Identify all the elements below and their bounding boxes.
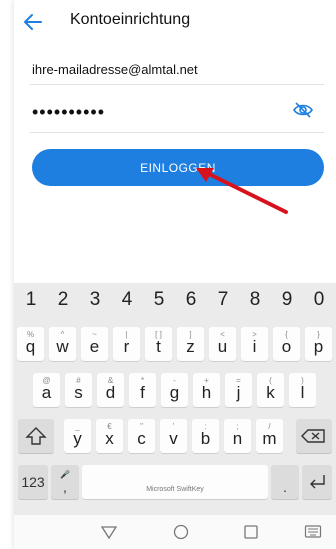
- system-nav-bar: [14, 515, 336, 549]
- letter-key-q[interactable]: % q: [17, 327, 44, 361]
- keyboard-hide-icon[interactable]: [304, 523, 322, 541]
- key-label: d: [105, 383, 116, 402]
- key-label: o: [281, 337, 292, 356]
- letter-key-x[interactable]: € x: [96, 419, 123, 453]
- key-label: t: [156, 337, 161, 356]
- key-label: a: [41, 383, 52, 402]
- letter-key-d[interactable]: & d: [97, 373, 124, 407]
- key-label: g: [169, 383, 180, 402]
- password-field[interactable]: ••••••••••: [32, 102, 105, 123]
- letter-key-n[interactable]: ; n: [224, 419, 251, 453]
- number-key[interactable]: 7: [208, 289, 238, 311]
- key-label: k: [266, 383, 275, 402]
- numeric-toggle-key[interactable]: 123: [18, 465, 48, 499]
- number-key[interactable]: 4: [112, 289, 142, 311]
- key-label: r: [123, 337, 130, 356]
- letter-key-y[interactable]: _ y: [64, 419, 91, 453]
- password-visibility-toggle-icon[interactable]: [292, 101, 314, 119]
- letter-key-u[interactable]: < u: [209, 327, 236, 361]
- key-label: v: [169, 429, 178, 448]
- number-key[interactable]: 5: [144, 289, 174, 311]
- letter-key-f[interactable]: * f: [129, 373, 156, 407]
- key-label: f: [140, 383, 145, 402]
- comma-key[interactable]: 🎤 ,: [51, 465, 79, 499]
- letter-key-h[interactable]: + h: [193, 373, 220, 407]
- nav-recents-icon[interactable]: [242, 523, 260, 541]
- key-label: y: [73, 429, 82, 448]
- key-label: p: [313, 337, 324, 356]
- key-label: s: [74, 383, 83, 402]
- key-label: n: [232, 429, 243, 448]
- letter-key-s[interactable]: # s: [65, 373, 92, 407]
- key-label: m: [262, 429, 277, 448]
- enter-icon: [310, 475, 325, 489]
- email-underline: [30, 84, 324, 85]
- backspace-icon: [301, 429, 325, 443]
- key-label: q: [25, 337, 36, 356]
- letter-key-o[interactable]: {o: [273, 327, 300, 361]
- letter-key-r[interactable]: | r: [113, 327, 140, 361]
- on-screen-keyboard: 1234567890 % q ^ w ~ e | r[ ] t] z < u > i{o} p @ a # s & d…: [14, 283, 336, 515]
- letter-key-m[interactable]: / m: [256, 419, 283, 453]
- letter-key-w[interactable]: ^ w: [49, 327, 76, 361]
- letter-key-g[interactable]: -g: [161, 373, 188, 407]
- number-key[interactable]: 3: [80, 289, 110, 311]
- letter-key-t[interactable]: [ ] t: [145, 327, 172, 361]
- letter-key-k[interactable]: (k: [257, 373, 284, 407]
- nav-home-icon[interactable]: [172, 523, 190, 541]
- key-label: u: [217, 337, 228, 356]
- comma-label: ,: [63, 479, 67, 495]
- key-label: x: [105, 429, 114, 448]
- number-key[interactable]: 8: [240, 289, 270, 311]
- email-field[interactable]: ihre-mailadresse@almtal.net: [32, 62, 198, 77]
- page-title: Kontoeinrichtung: [70, 11, 191, 28]
- number-key[interactable]: 9: [272, 289, 302, 311]
- key-label: l: [300, 383, 305, 402]
- backspace-key[interactable]: [296, 419, 332, 453]
- letter-key-c[interactable]: " c: [128, 419, 155, 453]
- number-key[interactable]: 1: [16, 289, 46, 311]
- microphone-icon: 🎤: [60, 470, 70, 479]
- letter-key-v[interactable]: ' v: [160, 419, 187, 453]
- nav-back-icon[interactable]: [100, 523, 118, 541]
- letter-key-e[interactable]: ~ e: [81, 327, 108, 361]
- login-button[interactable]: EINLOGGEN: [32, 149, 324, 186]
- letter-key-j[interactable]: = j: [225, 373, 252, 407]
- enter-key[interactable]: [302, 465, 332, 499]
- key-label: z: [186, 337, 195, 356]
- key-label: e: [89, 337, 100, 356]
- period-key[interactable]: .: [271, 465, 299, 499]
- key-label: i: [252, 337, 257, 356]
- number-key[interactable]: 0: [304, 289, 334, 311]
- letter-key-b[interactable]: :b: [192, 419, 219, 453]
- space-key[interactable]: Microsoft SwiftKey: [82, 465, 268, 499]
- shift-key[interactable]: [18, 419, 54, 453]
- letter-key-p[interactable]: } p: [305, 327, 332, 361]
- number-key[interactable]: 6: [176, 289, 206, 311]
- letter-key-a[interactable]: @ a: [33, 373, 60, 407]
- key-label: w: [56, 337, 69, 356]
- number-row: 1234567890: [14, 289, 336, 319]
- shift-icon: [25, 427, 47, 445]
- key-label: b: [200, 429, 211, 448]
- letter-key-z[interactable]: ] z: [177, 327, 204, 361]
- number-key[interactable]: 2: [48, 289, 78, 311]
- back-arrow-icon[interactable]: [22, 11, 44, 33]
- password-underline: [30, 132, 324, 133]
- letter-key-i[interactable]: > i: [241, 327, 268, 361]
- key-label: h: [201, 383, 212, 402]
- period-label: .: [283, 479, 287, 495]
- key-label: c: [137, 429, 146, 448]
- letter-key-l[interactable]: ) l: [289, 373, 316, 407]
- app-bar: Kontoeinrichtung: [14, 0, 336, 42]
- key-label: j: [236, 383, 241, 402]
